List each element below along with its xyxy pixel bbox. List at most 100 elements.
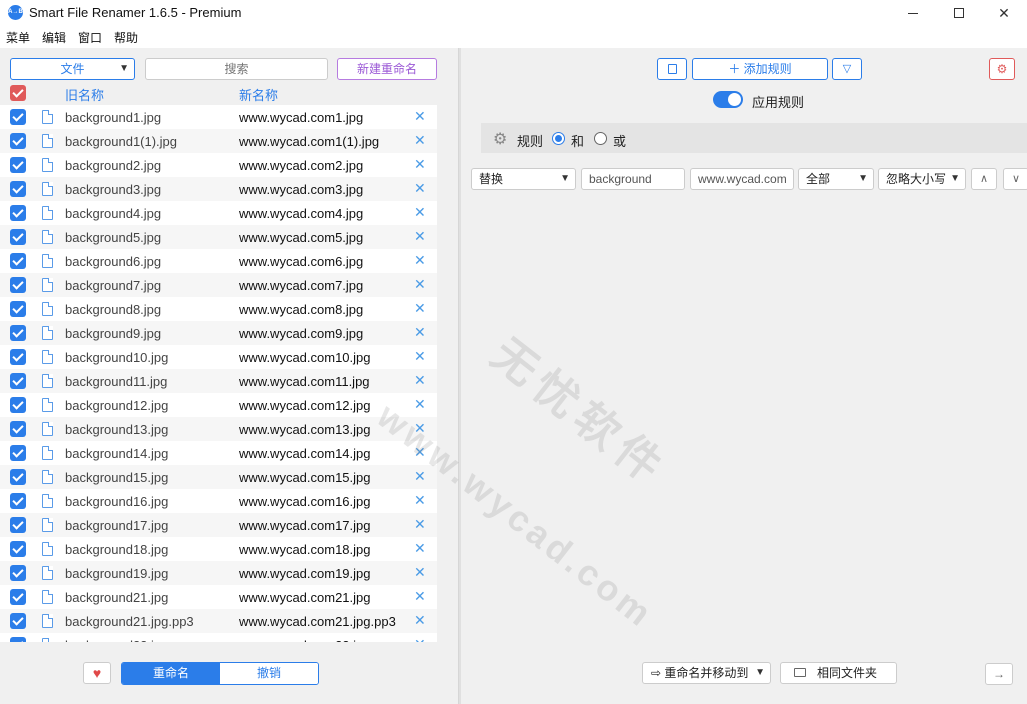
remove-row-icon[interactable]: ✕ — [414, 636, 426, 642]
new-name-cell[interactable]: www.wycad.com21.jpg.pp3 — [239, 614, 396, 629]
table-row[interactable]: background8.jpg www.wycad.com8.jpg ✕ — [0, 297, 437, 321]
file-type-select[interactable]: 文件 ▼ — [10, 58, 135, 80]
undo-button[interactable]: 撤销 — [220, 663, 318, 684]
remove-row-icon[interactable]: ✕ — [414, 324, 426, 341]
table-row[interactable]: background7.jpg www.wycad.com7.jpg ✕ — [0, 273, 437, 297]
rename-button[interactable]: 重命名 — [122, 663, 220, 684]
radio-and[interactable] — [552, 132, 565, 145]
new-name-cell[interactable]: www.wycad.com2.jpg — [239, 158, 363, 173]
row-checkbox[interactable] — [10, 445, 26, 461]
remove-row-icon[interactable]: ✕ — [414, 372, 426, 389]
radio-or[interactable] — [594, 132, 607, 145]
filter-button[interactable]: ▽ — [832, 58, 862, 80]
new-name-cell[interactable]: www.wycad.com10.jpg — [239, 350, 371, 365]
row-checkbox[interactable] — [10, 613, 26, 629]
table-row[interactable]: background4.jpg www.wycad.com4.jpg ✕ — [0, 201, 437, 225]
new-name-cell[interactable]: www.wycad.com15.jpg — [239, 470, 371, 485]
favorite-button[interactable]: ♥ — [83, 662, 111, 684]
remove-row-icon[interactable]: ✕ — [414, 300, 426, 317]
new-name-cell[interactable]: www.wycad.com13.jpg — [239, 422, 371, 437]
new-name-cell[interactable]: www.wycad.com9.jpg — [239, 326, 363, 341]
row-checkbox[interactable] — [10, 589, 26, 605]
remove-row-icon[interactable]: ✕ — [414, 252, 426, 269]
remove-row-icon[interactable]: ✕ — [414, 132, 426, 149]
remove-row-icon[interactable]: ✕ — [414, 228, 426, 245]
row-checkbox[interactable] — [10, 373, 26, 389]
remove-row-icon[interactable]: ✕ — [414, 588, 426, 605]
new-name-cell[interactable]: www.wycad.com11.jpg — [239, 374, 370, 389]
row-checkbox[interactable] — [10, 421, 26, 437]
column-header-new-name[interactable]: 新名称 — [239, 85, 278, 104]
rename-move-select[interactable]: ⇨ 重命名并移动到 ▼ — [642, 662, 771, 684]
table-row[interactable]: background3.jpg www.wycad.com3.jpg ✕ — [0, 177, 437, 201]
remove-row-icon[interactable]: ✕ — [414, 156, 426, 173]
remove-row-icon[interactable]: ✕ — [414, 108, 426, 125]
row-checkbox[interactable] — [10, 109, 26, 125]
new-name-cell[interactable]: www.wycad.com6.jpg — [239, 254, 363, 269]
move-rule-down-button[interactable]: ∨ — [1003, 168, 1027, 190]
case-select[interactable]: 忽略大小写 ▼ — [878, 168, 966, 190]
new-name-cell[interactable]: www.wycad.com1.jpg — [239, 110, 363, 125]
table-row[interactable]: background11.jpg www.wycad.com11.jpg ✕ — [0, 369, 437, 393]
search-input[interactable] — [145, 58, 328, 80]
remove-row-icon[interactable]: ✕ — [414, 612, 426, 629]
rule-type-select[interactable]: 替换 ▼ — [471, 168, 576, 190]
new-name-cell[interactable]: www.wycad.com7.jpg — [239, 278, 363, 293]
new-rename-button[interactable]: 新建重命名 — [337, 58, 437, 80]
maximize-button[interactable] — [936, 0, 982, 26]
new-name-cell[interactable]: www.wycad.com21.jpg — [239, 590, 371, 605]
new-name-cell[interactable]: www.wycad.com16.jpg — [239, 494, 371, 509]
table-row[interactable]: background2.jpg www.wycad.com2.jpg ✕ — [0, 153, 437, 177]
menu-window[interactable]: 窗口 — [72, 28, 108, 48]
table-row[interactable]: background14.jpg www.wycad.com14.jpg ✕ — [0, 441, 437, 465]
minimize-button[interactable] — [890, 0, 936, 26]
select-all-checkbox[interactable] — [10, 85, 26, 101]
new-name-cell[interactable]: www.wycad.com14.jpg — [239, 446, 371, 461]
remove-row-icon[interactable]: ✕ — [414, 516, 426, 533]
column-header-old-name[interactable]: 旧名称 — [65, 85, 104, 104]
table-row[interactable]: background9.jpg www.wycad.com9.jpg ✕ — [0, 321, 437, 345]
table-row[interactable]: background1(1).jpg www.wycad.com1(1).jpg ✕ — [0, 129, 437, 153]
new-name-cell[interactable]: www.wycad.com18.jpg — [239, 542, 371, 557]
gear-icon[interactable]: ⚙ — [493, 129, 507, 149]
row-checkbox[interactable] — [10, 133, 26, 149]
table-row[interactable]: background21.jpg.pp3 www.wycad.com21.jpg.… — [0, 609, 437, 633]
table-row[interactable]: background18.jpg www.wycad.com18.jpg ✕ — [0, 537, 437, 561]
new-name-cell[interactable]: www.wycad.com22.jpg — [239, 638, 371, 642]
table-row[interactable]: background17.jpg www.wycad.com17.jpg ✕ — [0, 513, 437, 537]
remove-row-icon[interactable]: ✕ — [414, 348, 426, 365]
same-folder-button[interactable]: 相同文件夹 — [780, 662, 897, 684]
new-name-cell[interactable]: www.wycad.com8.jpg — [239, 302, 363, 317]
go-button[interactable]: → — [985, 663, 1013, 685]
file-list[interactable]: background1.jpg www.wycad.com1.jpg ✕ backgr… — [0, 105, 437, 642]
remove-row-icon[interactable]: ✕ — [414, 492, 426, 509]
row-checkbox[interactable] — [10, 229, 26, 245]
table-row[interactable]: background12.jpg www.wycad.com12.jpg ✕ — [0, 393, 437, 417]
row-checkbox[interactable] — [10, 349, 26, 365]
table-row[interactable]: background10.jpg www.wycad.com10.jpg ✕ — [0, 345, 437, 369]
row-checkbox[interactable] — [10, 541, 26, 557]
new-name-cell[interactable]: www.wycad.com3.jpg — [239, 182, 363, 197]
row-checkbox[interactable] — [10, 205, 26, 221]
move-rule-up-button[interactable]: ∧ — [971, 168, 997, 190]
row-checkbox[interactable] — [10, 277, 26, 293]
menu-file[interactable]: 菜单 — [0, 28, 36, 48]
table-row[interactable]: background1.jpg www.wycad.com1.jpg ✕ — [0, 105, 437, 129]
table-row[interactable]: background19.jpg www.wycad.com19.jpg ✕ — [0, 561, 437, 585]
save-rules-button[interactable] — [657, 58, 687, 80]
apply-rules-toggle[interactable] — [713, 91, 743, 108]
settings-button[interactable]: ⚙ — [989, 58, 1015, 80]
row-checkbox[interactable] — [10, 397, 26, 413]
new-name-cell[interactable]: www.wycad.com5.jpg — [239, 230, 363, 245]
row-checkbox[interactable] — [10, 517, 26, 533]
replace-text-input[interactable]: www.wycad.com — [690, 168, 794, 190]
row-checkbox[interactable] — [10, 181, 26, 197]
new-name-cell[interactable]: www.wycad.com17.jpg — [239, 518, 371, 533]
scope-select[interactable]: 全部 ▼ — [798, 168, 874, 190]
menu-help[interactable]: 帮助 — [108, 28, 144, 48]
remove-row-icon[interactable]: ✕ — [414, 180, 426, 197]
close-button[interactable]: ✕ — [981, 0, 1027, 26]
remove-row-icon[interactable]: ✕ — [414, 540, 426, 557]
row-checkbox[interactable] — [10, 253, 26, 269]
remove-row-icon[interactable]: ✕ — [414, 276, 426, 293]
